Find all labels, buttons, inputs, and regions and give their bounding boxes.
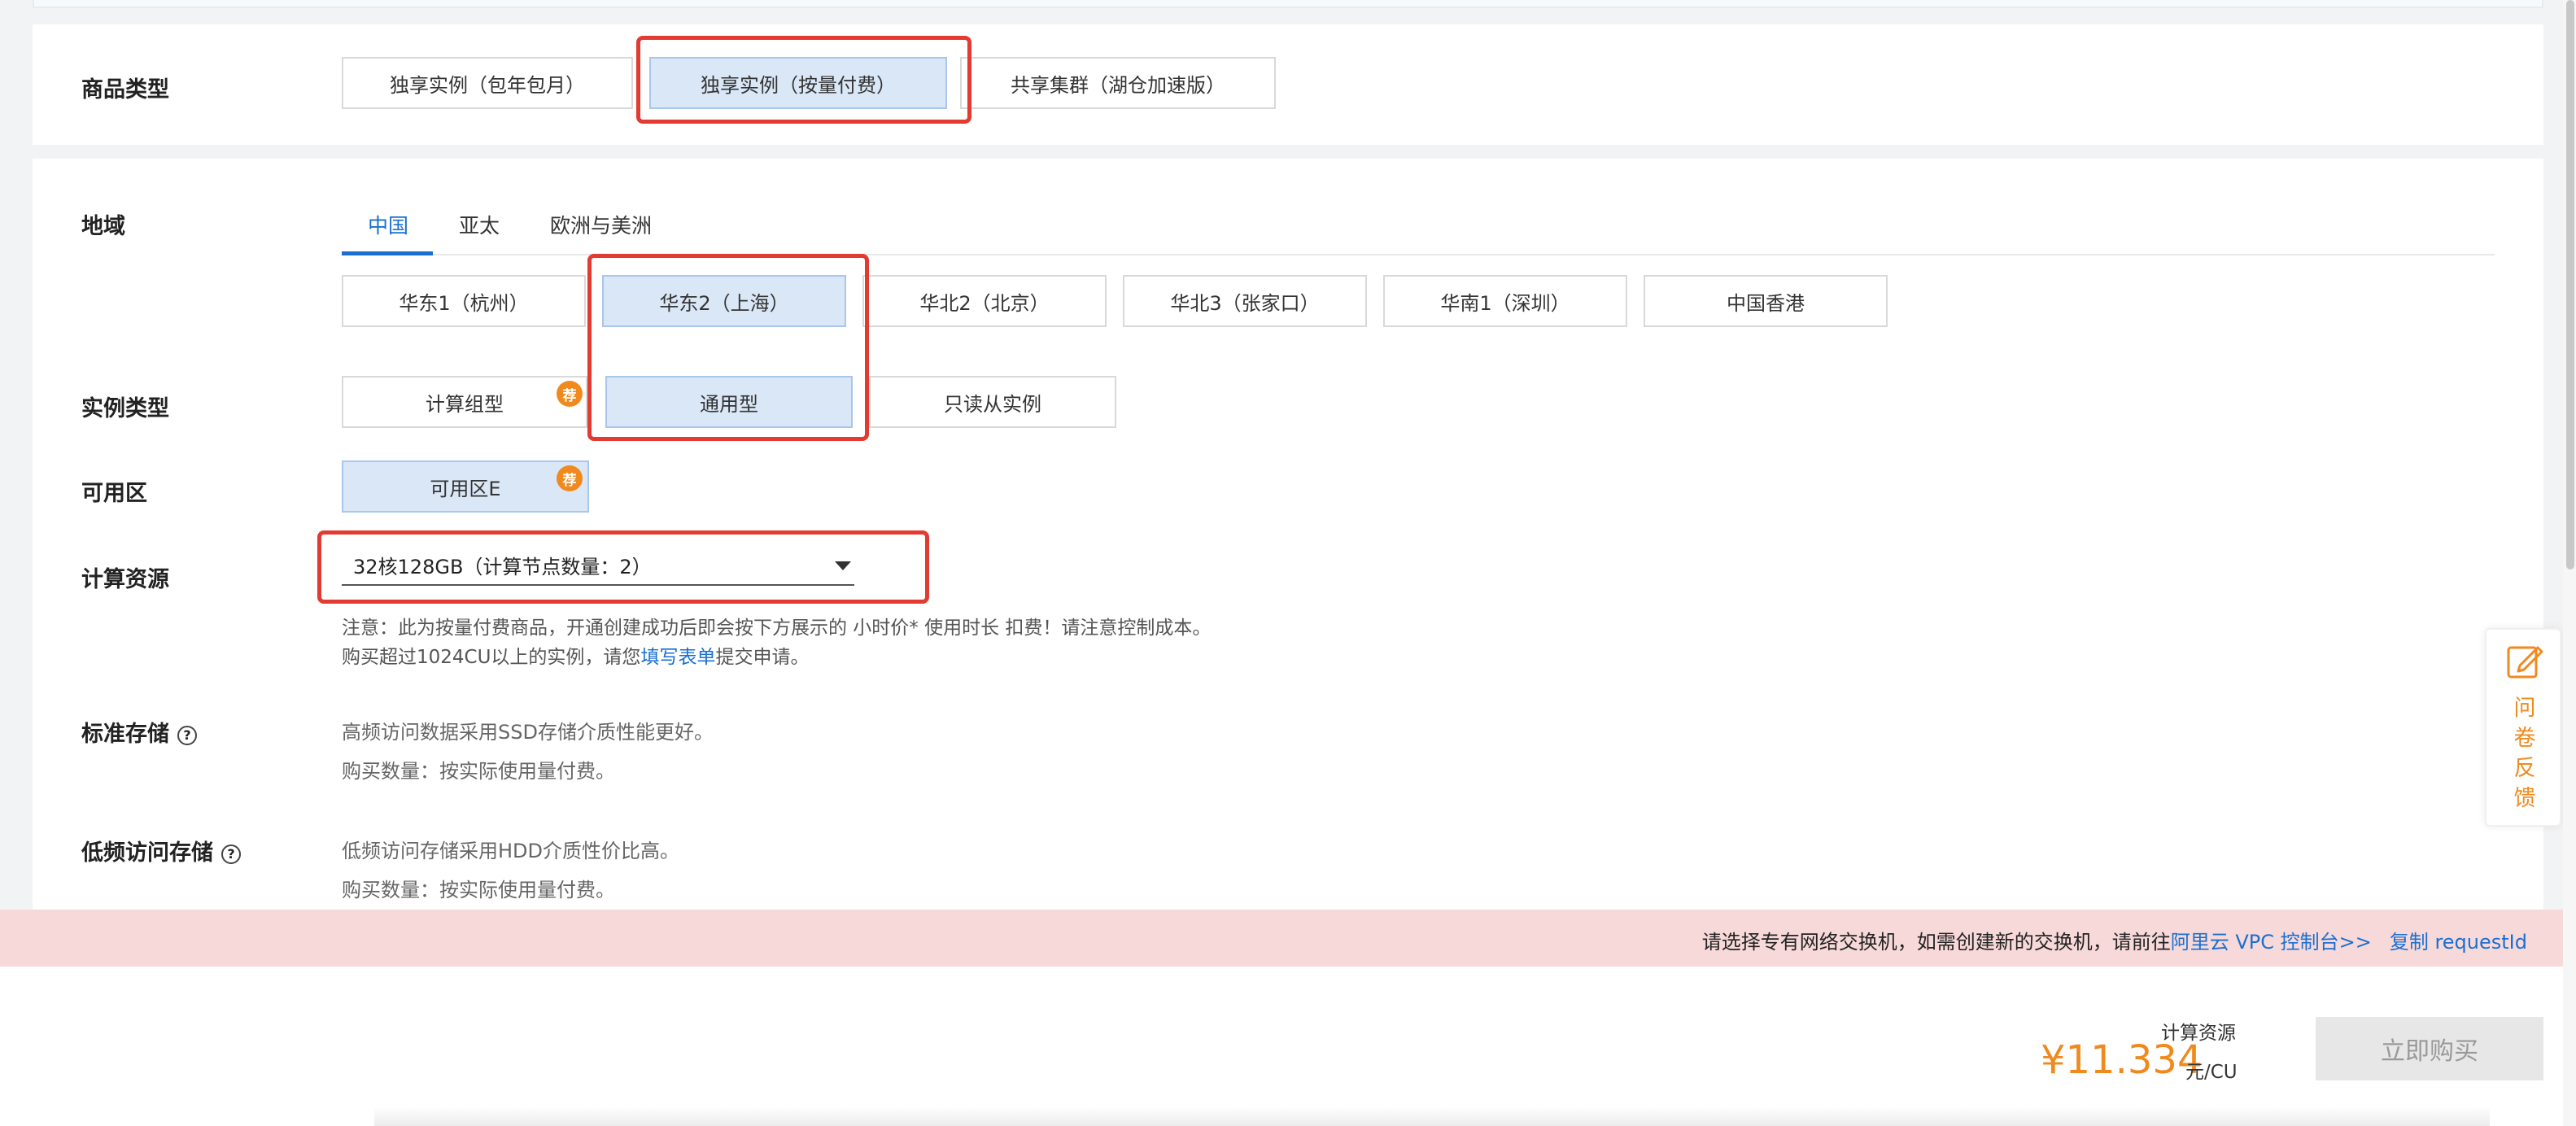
recommend-badge-zone: 荐 [557, 465, 583, 491]
std-storage-label-text: 标准存储 [81, 722, 169, 747]
product-option-payg[interactable]: 独享实例（按量付费） [649, 57, 947, 109]
help-icon[interactable]: ? [221, 844, 241, 864]
caret-down-icon [835, 561, 851, 570]
feedback-char: 反 [2513, 756, 2536, 781]
footer-shadow [374, 1106, 2490, 1126]
tab-china[interactable]: 中国 [368, 210, 408, 239]
alert-text: 请选择专有网络交换机，如需创建新的交换机，请前往阿里云 VPC 控制台>> 复制 … [1702, 926, 2527, 954]
product-type-label: 商品类型 [81, 77, 169, 103]
region-option-hangzhou[interactable]: 华东1（杭州） [342, 275, 586, 327]
compute-note-2-prefix: 购买超过1024CU以上的实例，请您 [342, 647, 641, 668]
std-storage-qty: 购买数量：按实际使用量付费。 [342, 760, 615, 783]
low-storage-desc: 低频访问存储采用HDD介质性价比高。 [342, 840, 680, 862]
compute-note-2: 购买超过1024CU以上的实例，请您填写表单提交申请。 [342, 641, 809, 669]
feedback-char: 问 [2513, 696, 2536, 721]
region-label: 地域 [81, 214, 125, 239]
scrollbar-thumb[interactable] [2566, 0, 2574, 570]
compute-note-1: 注意：此为按量付费商品，开通创建成功后即会按下方展示的 小时价* 使用时长 扣费… [342, 618, 1212, 639]
top-strip [33, 0, 2543, 8]
instance-type-label: 实例类型 [81, 396, 169, 421]
region-option-zhangjiakou[interactable]: 华北3（张家口） [1123, 275, 1367, 327]
config-card [33, 159, 2543, 911]
recommend-badge-compute: 荐 [557, 381, 583, 407]
zone-option-e[interactable]: 可用区E [342, 460, 589, 513]
price-value: ¥11.334 [2041, 1037, 2203, 1083]
alert-bar: 请选择专有网络交换机，如需创建新的交换机，请前往阿里云 VPC 控制台>> 复制 … [0, 910, 2576, 967]
region-option-shenzhen[interactable]: 华南1（深圳） [1383, 275, 1627, 327]
tab-asia-pacific[interactable]: 亚太 [459, 210, 500, 239]
compute-note-2-suffix: 提交申请。 [715, 647, 810, 668]
region-tab-line [342, 254, 2495, 255]
instance-option-compute-group[interactable]: 计算组型 [342, 376, 587, 428]
low-storage-label: 低频访问存储? [81, 835, 241, 866]
feedback-char: 馈 [2513, 786, 2536, 811]
instance-option-general[interactable]: 通用型 [605, 376, 853, 428]
product-option-shared[interactable]: 共享集群（湖仓加速版） [960, 57, 1276, 109]
compute-label: 计算资源 [81, 567, 169, 592]
region-tab-indicator [342, 251, 433, 255]
help-icon[interactable]: ? [177, 725, 197, 745]
compute-select-value: 32核128GB（计算节点数量：2） [353, 555, 652, 578]
instance-option-readonly[interactable]: 只读从实例 [869, 376, 1116, 428]
tab-europe-americas[interactable]: 欧洲与美洲 [550, 210, 652, 239]
fill-form-link[interactable]: 填写表单 [640, 647, 715, 668]
region-option-beijing[interactable]: 华北2（北京） [862, 275, 1107, 327]
std-storage-desc: 高频访问数据采用SSD存储介质性能更好。 [342, 721, 714, 744]
feedback-widget[interactable]: 问 卷 反 馈 [2485, 628, 2561, 827]
copy-request-id-link[interactable]: 复制 requestId [2390, 931, 2527, 954]
alert-message: 请选择专有网络交换机，如需创建新的交换机，请前往 [1701, 931, 2171, 954]
vpc-console-link[interactable]: 阿里云 VPC 控制台>> [2171, 931, 2372, 954]
low-storage-qty: 购买数量：按实际使用量付费。 [342, 879, 615, 901]
buy-now-button[interactable]: 立即购买 [2316, 1017, 2543, 1080]
feedback-text: 问 卷 反 馈 [2486, 693, 2563, 814]
region-option-shanghai[interactable]: 华东2（上海） [602, 275, 846, 327]
region-option-hongkong[interactable]: 中国香港 [1644, 275, 1888, 327]
price-unit: 元/CU [2185, 1062, 2238, 1083]
low-storage-label-text: 低频访问存储 [81, 840, 213, 866]
feedback-char: 卷 [2513, 726, 2536, 751]
zone-label: 可用区 [81, 481, 147, 506]
product-option-subscription[interactable]: 独享实例（包年包月） [342, 57, 633, 109]
std-storage-label: 标准存储? [81, 716, 197, 748]
compute-select[interactable]: 32核128GB（计算节点数量：2） [342, 545, 854, 586]
edit-icon [2507, 646, 2543, 679]
